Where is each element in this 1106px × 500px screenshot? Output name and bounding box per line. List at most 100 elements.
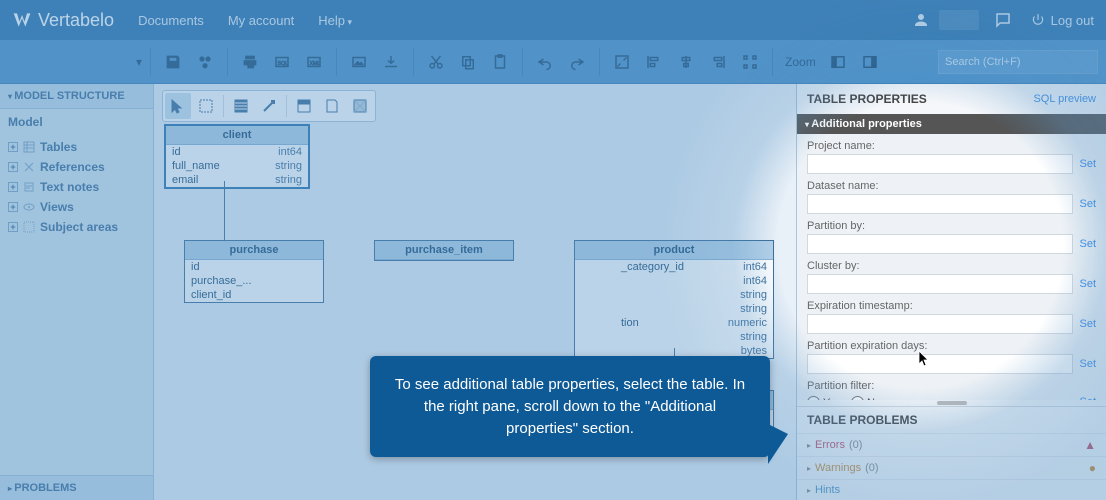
table-client[interactable]: client idint64 full_namestring emailstri… xyxy=(164,124,310,189)
user-icon[interactable] xyxy=(909,8,933,32)
tree-views[interactable]: +Views xyxy=(4,197,149,217)
table-header: product xyxy=(575,241,773,260)
table-row: full_namestring xyxy=(166,159,308,173)
problems-errors-row[interactable]: Errors (0) ▲ xyxy=(797,433,1106,456)
nav-links: Documents My account Help xyxy=(138,13,352,28)
new-reference-tool[interactable] xyxy=(256,93,282,119)
tree-label: References xyxy=(40,160,105,174)
right-panel: TABLE PROPERTIES SQL preview Additional … xyxy=(796,84,1106,500)
paste-button[interactable] xyxy=(486,48,514,76)
redo-button[interactable] xyxy=(563,48,591,76)
prop-set[interactable]: Set xyxy=(1079,198,1096,210)
table-problems-header: TABLE PROBLEMS xyxy=(797,406,1106,433)
model-structure-header[interactable]: MODEL STRUCTURE xyxy=(0,84,153,109)
zoom-right-panel-button[interactable] xyxy=(856,48,884,76)
prop-cluster-by-input[interactable] xyxy=(807,274,1073,294)
tree-label: Tables xyxy=(40,140,77,154)
align-left-button[interactable] xyxy=(640,48,668,76)
new-area-tool[interactable] xyxy=(347,93,373,119)
prop-expiration-ts-label: Expiration timestamp: xyxy=(807,300,1096,312)
rp-body[interactable]: Project name: Set Dataset name: Set Part… xyxy=(797,134,1106,400)
resize-button[interactable] xyxy=(608,48,636,76)
prop-partition-exp-days-label: Partition expiration days: xyxy=(807,340,1096,352)
logout-label: Log out xyxy=(1051,13,1094,28)
image-export-button[interactable] xyxy=(345,48,373,76)
table-row: tionnumeric xyxy=(575,316,773,330)
import-button[interactable] xyxy=(377,48,405,76)
align-right-button[interactable] xyxy=(704,48,732,76)
logout-button[interactable]: Log out xyxy=(1031,13,1094,28)
pointer-tool[interactable] xyxy=(165,93,191,119)
chat-icon[interactable] xyxy=(991,8,1015,32)
new-table-tool[interactable] xyxy=(228,93,254,119)
new-view-tool[interactable] xyxy=(291,93,317,119)
table-row: string xyxy=(575,302,773,316)
select-area-tool[interactable] xyxy=(193,93,219,119)
zoom-label: Zoom xyxy=(785,55,816,69)
user-badge xyxy=(939,10,979,30)
table-row: purchase_... xyxy=(185,274,323,288)
main: MODEL STRUCTURE Model +Tables +Reference… xyxy=(0,84,1106,500)
error-icon: ▲ xyxy=(1084,438,1096,452)
prop-dataset-name-label: Dataset name: xyxy=(807,180,1096,192)
cut-button[interactable] xyxy=(422,48,450,76)
nav-help[interactable]: Help xyxy=(318,13,352,28)
align-distribute-button[interactable] xyxy=(736,48,764,76)
canvas[interactable]: client idint64 full_namestring emailstri… xyxy=(154,84,796,500)
table-row: client_id xyxy=(185,288,323,302)
table-header: purchase xyxy=(185,241,323,260)
xml-button[interactable]: XML xyxy=(300,48,328,76)
print-button[interactable] xyxy=(236,48,264,76)
prop-set[interactable]: Set xyxy=(1079,238,1096,250)
zoom-left-panel-button[interactable] xyxy=(824,48,852,76)
problems-warnings-row[interactable]: Warnings (0) ● xyxy=(797,456,1106,479)
problems-hints-row[interactable]: Hints xyxy=(797,479,1106,500)
table-row: int64 xyxy=(575,274,773,288)
additional-properties-section[interactable]: Additional properties xyxy=(797,114,1106,134)
tree-label: Views xyxy=(40,200,74,214)
table-properties-header: TABLE PROPERTIES SQL preview xyxy=(797,84,1106,114)
share-button[interactable] xyxy=(191,48,219,76)
table-product[interactable]: product _category_idint64 int64 string s… xyxy=(574,240,774,359)
sidebar-problems-header[interactable]: PROBLEMS xyxy=(0,475,153,500)
prop-expiration-ts-input[interactable] xyxy=(807,314,1073,334)
tree-subjectareas[interactable]: +Subject areas xyxy=(4,217,149,237)
tree-tables[interactable]: +Tables xyxy=(4,137,149,157)
prop-set[interactable]: Set xyxy=(1079,278,1096,290)
align-center-button[interactable] xyxy=(672,48,700,76)
table-row: _category_idint64 xyxy=(575,260,773,274)
tree-textnotes[interactable]: +Text notes xyxy=(4,177,149,197)
prop-set[interactable]: Set xyxy=(1079,358,1096,370)
copy-button[interactable] xyxy=(454,48,482,76)
undo-button[interactable] xyxy=(531,48,559,76)
top-nav: Vertabelo Documents My account Help Log … xyxy=(0,0,1106,40)
prop-dataset-name-input[interactable] xyxy=(807,194,1073,214)
table-purchase[interactable]: purchase id purchase_... client_id xyxy=(184,240,324,303)
power-icon xyxy=(1031,13,1045,27)
prop-partition-exp-days-input[interactable] xyxy=(807,354,1073,374)
prop-set[interactable]: Set xyxy=(1079,158,1096,170)
prop-partition-by-input[interactable] xyxy=(807,234,1073,254)
toolbar: BigQuery (Edit mode) ▾ SQL XML Zoom xyxy=(0,40,1106,84)
rp-header-label: TABLE PROPERTIES xyxy=(807,92,927,106)
sql-preview-link[interactable]: SQL preview xyxy=(1033,93,1096,105)
tree-label: Text notes xyxy=(40,180,99,194)
prop-project-name-input[interactable] xyxy=(807,154,1073,174)
tree-references[interactable]: +References xyxy=(4,157,149,177)
doc-dropdown-icon[interactable]: ▾ xyxy=(136,55,142,69)
prop-set[interactable]: Set xyxy=(1079,318,1096,330)
model-root[interactable]: Model xyxy=(0,109,153,135)
sql-button[interactable]: SQL xyxy=(268,48,296,76)
new-note-tool[interactable] xyxy=(319,93,345,119)
prop-partition-filter-label: Partition filter: xyxy=(807,380,1096,392)
prop-partition-by-label: Partition by: xyxy=(807,220,1096,232)
save-button[interactable] xyxy=(159,48,187,76)
search-input[interactable] xyxy=(938,50,1098,74)
nav-myaccount[interactable]: My account xyxy=(228,13,294,28)
prop-cluster-by-label: Cluster by: xyxy=(807,260,1096,272)
instruction-callout: To see additional table properties, sele… xyxy=(370,356,770,457)
nav-documents[interactable]: Documents xyxy=(138,13,204,28)
panel-resize-handle[interactable] xyxy=(797,400,1106,406)
table-purchase-item[interactable]: purchase_item xyxy=(374,240,514,261)
table-header: client xyxy=(166,126,308,145)
